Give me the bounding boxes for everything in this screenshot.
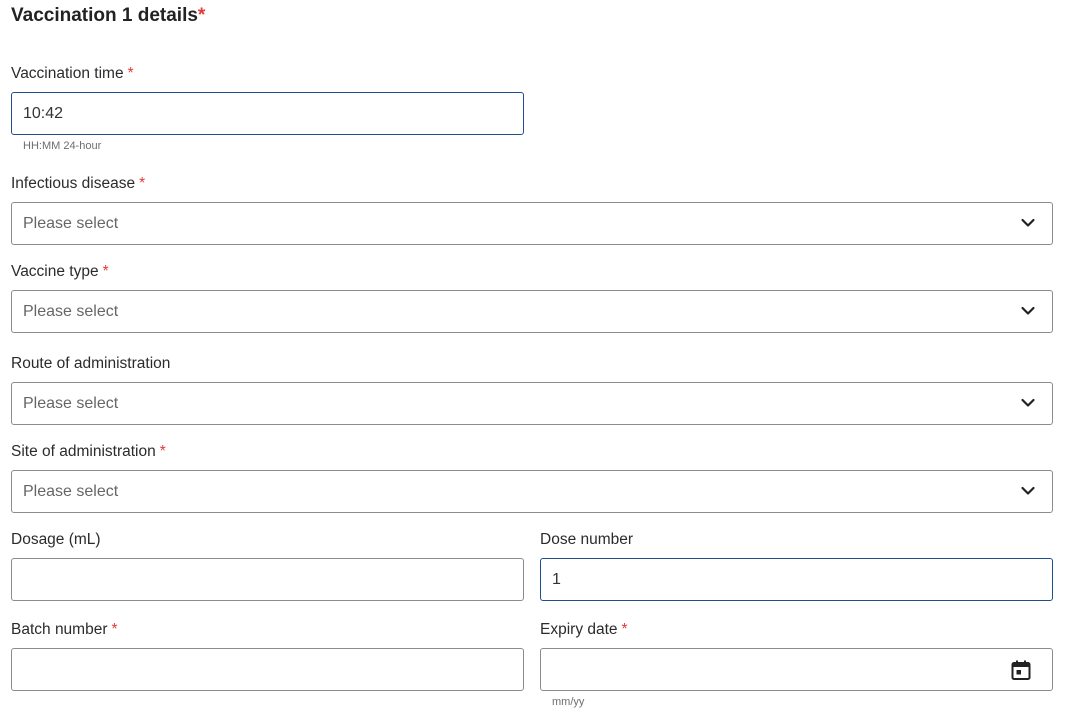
dosage-label-text: Dosage (mL): [11, 531, 101, 548]
site-of-administration-label-text: Site of administration: [11, 443, 156, 460]
calendar-icon[interactable]: [1010, 659, 1032, 681]
vaccination-time-input[interactable]: 10:42: [11, 92, 524, 135]
infectious-disease-selected: Please select: [23, 214, 119, 232]
dosage-label: Dosage (mL): [11, 531, 101, 549]
vaccine-type-label-text: Vaccine type: [11, 263, 99, 280]
vaccination-time-label-text: Vaccination time: [11, 65, 124, 82]
required-marker: *: [111, 621, 118, 638]
batch-number-label: Batch number *: [11, 621, 118, 639]
section-title: Vaccination 1 details*: [11, 5, 205, 27]
infectious-disease-select[interactable]: Please select: [11, 202, 1053, 245]
vaccination-time-hint: HH:MM 24-hour: [23, 140, 102, 152]
route-of-administration-selected: Please select: [23, 394, 119, 412]
infectious-disease-label-text: Infectious disease: [11, 175, 136, 192]
required-marker: *: [621, 621, 628, 638]
dose-number-label-text: Dose number: [540, 531, 634, 548]
section-title-text: Vaccination 1 details: [11, 5, 198, 26]
expiry-date-input[interactable]: [540, 648, 1053, 691]
batch-number-input[interactable]: [11, 648, 524, 691]
dosage-input[interactable]: [11, 558, 524, 601]
infectious-disease-label: Infectious disease *: [11, 175, 145, 193]
required-marker: *: [139, 175, 146, 192]
route-of-administration-label: Route of administration: [11, 355, 170, 373]
dose-number-label: Dose number: [540, 531, 633, 549]
expiry-date-label: Expiry date *: [540, 621, 628, 639]
batch-number-label-text: Batch number: [11, 621, 108, 638]
expiry-date-hint: mm/yy: [552, 696, 585, 708]
dose-number-value: 1: [552, 570, 561, 588]
vaccine-type-label: Vaccine type *: [11, 263, 109, 281]
chevron-down-icon: [1021, 218, 1035, 227]
required-marker: *: [159, 443, 166, 460]
route-of-administration-select[interactable]: Please select: [11, 382, 1053, 425]
site-of-administration-label: Site of administration *: [11, 443, 166, 461]
site-of-administration-selected: Please select: [23, 482, 119, 500]
vaccination-time-value: 10:42: [23, 104, 64, 122]
vaccination-time-label: Vaccination time *: [11, 65, 134, 83]
required-marker: *: [127, 65, 134, 82]
chevron-down-icon: [1021, 398, 1035, 407]
site-of-administration-select[interactable]: Please select: [11, 470, 1053, 513]
vaccine-type-select[interactable]: Please select: [11, 290, 1053, 333]
route-of-administration-label-text: Route of administration: [11, 355, 171, 372]
required-marker: *: [197, 5, 206, 26]
vaccine-type-selected: Please select: [23, 302, 119, 320]
dose-number-input[interactable]: 1: [540, 558, 1053, 601]
required-marker: *: [102, 263, 109, 280]
chevron-down-icon: [1021, 486, 1035, 495]
chevron-down-icon: [1021, 306, 1035, 315]
expiry-date-label-text: Expiry date: [540, 621, 618, 638]
